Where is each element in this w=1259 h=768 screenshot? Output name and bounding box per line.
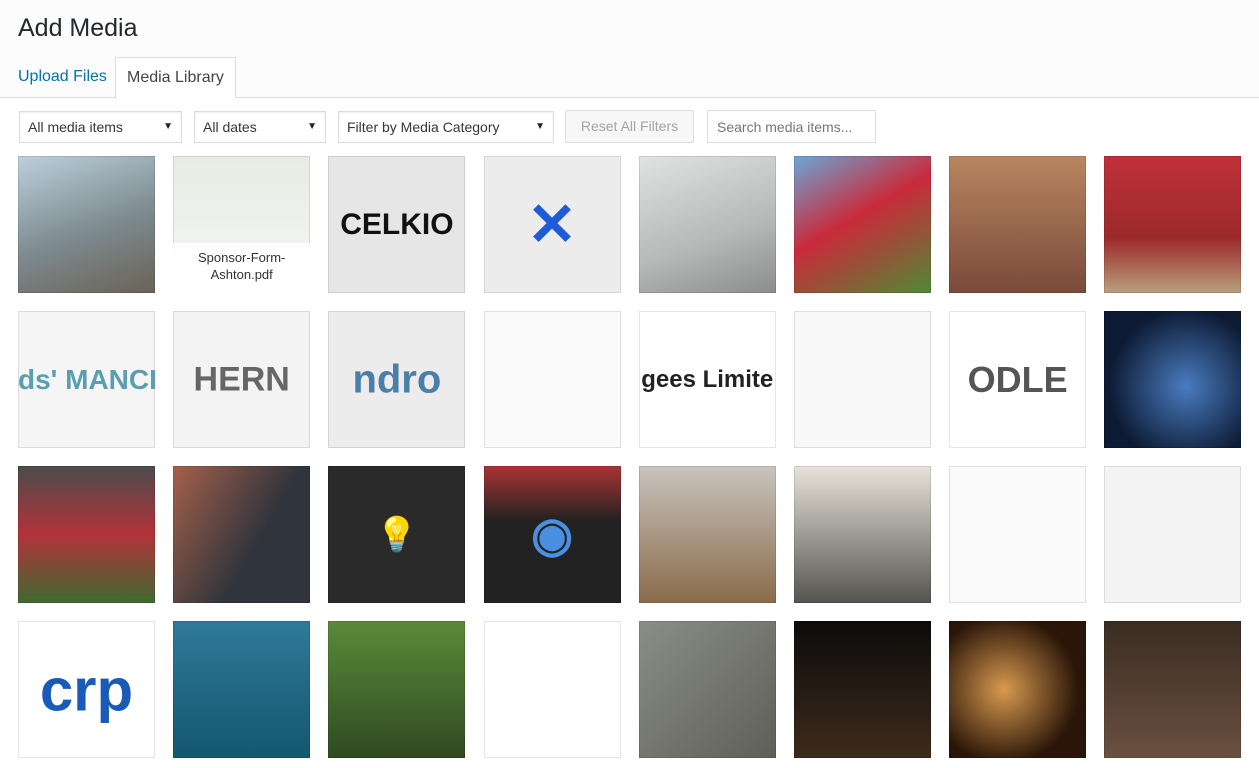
thumbnail-text: ODLE: [967, 358, 1068, 400]
thumbnail-text: ds' MANCH: [18, 363, 155, 395]
media-item[interactable]: [793, 621, 931, 758]
thumbnail-text: 💡: [375, 515, 419, 554]
media-item[interactable]: [18, 466, 155, 603]
thumbnail-text: ndro: [352, 357, 442, 401]
media-item[interactable]: crp: [18, 621, 155, 758]
media-item[interactable]: [1104, 466, 1242, 603]
thumbnail-text: crp: [39, 656, 134, 723]
dropdown-arrow-icon: ▼: [163, 121, 173, 132]
media-item[interactable]: [949, 466, 1087, 603]
media-grid: Sponsor-Form-Ashton.pdf CELKIO ✕ ds' MANCH H…: [18, 156, 1242, 758]
media-item[interactable]: ODLE: [949, 311, 1087, 448]
media-item[interactable]: [638, 156, 776, 293]
media-item[interactable]: [1104, 156, 1242, 293]
media-item[interactable]: CELKIO: [328, 156, 466, 293]
media-type-select[interactable]: All media items ▼: [19, 111, 182, 143]
dates-select[interactable]: All dates ▼: [194, 111, 326, 143]
thumbnail-text: gees Limite: [641, 365, 774, 393]
filename-caption: Sponsor-Form-Ashton.pdf: [173, 243, 311, 293]
dropdown-arrow-icon: ▼: [307, 121, 317, 132]
modal-header: Add Media Upload Files Media Library: [0, 0, 1259, 99]
media-item[interactable]: gees Limite: [638, 311, 776, 448]
media-item[interactable]: 💡: [328, 466, 466, 603]
media-item[interactable]: ✕: [483, 156, 621, 293]
category-value: Filter by Media Category: [347, 119, 500, 135]
thumbnail-text: HERN: [193, 360, 290, 398]
page-title: Add Media: [18, 14, 138, 42]
reset-filters-button[interactable]: Reset All Filters: [565, 110, 694, 143]
media-item[interactable]: [173, 466, 311, 603]
thumbnail-text: CELKIO: [340, 207, 454, 241]
media-item[interactable]: [638, 466, 776, 603]
media-type-value: All media items: [28, 119, 123, 135]
media-item[interactable]: [1104, 311, 1242, 448]
media-item[interactable]: [793, 311, 931, 448]
media-item[interactable]: [483, 311, 621, 448]
tab-upload-files[interactable]: Upload Files: [7, 57, 118, 99]
tab-media-library[interactable]: Media Library: [115, 57, 236, 99]
media-item[interactable]: HERN: [173, 311, 311, 448]
search-input[interactable]: [707, 110, 876, 143]
category-select[interactable]: Filter by Media Category ▼: [338, 111, 554, 143]
media-item[interactable]: [483, 621, 621, 758]
media-item[interactable]: [793, 156, 931, 293]
media-item[interactable]: [173, 621, 311, 758]
media-item[interactable]: ◉: [483, 466, 621, 603]
media-item[interactable]: [328, 621, 466, 758]
thumbnail-text: ◉: [531, 508, 573, 562]
media-item[interactable]: Sponsor-Form-Ashton.pdf: [173, 156, 311, 293]
media-item[interactable]: [949, 621, 1087, 758]
dropdown-arrow-icon: ▼: [535, 121, 545, 132]
media-item[interactable]: [638, 621, 776, 758]
media-item[interactable]: ds' MANCH: [18, 311, 155, 448]
media-item[interactable]: ndro: [328, 311, 466, 448]
media-item[interactable]: [1104, 621, 1242, 758]
thumbnail-text: ✕: [526, 190, 578, 258]
media-item[interactable]: [18, 156, 155, 293]
media-item[interactable]: [793, 466, 931, 603]
media-item[interactable]: [949, 156, 1087, 293]
dates-value: All dates: [203, 119, 257, 135]
